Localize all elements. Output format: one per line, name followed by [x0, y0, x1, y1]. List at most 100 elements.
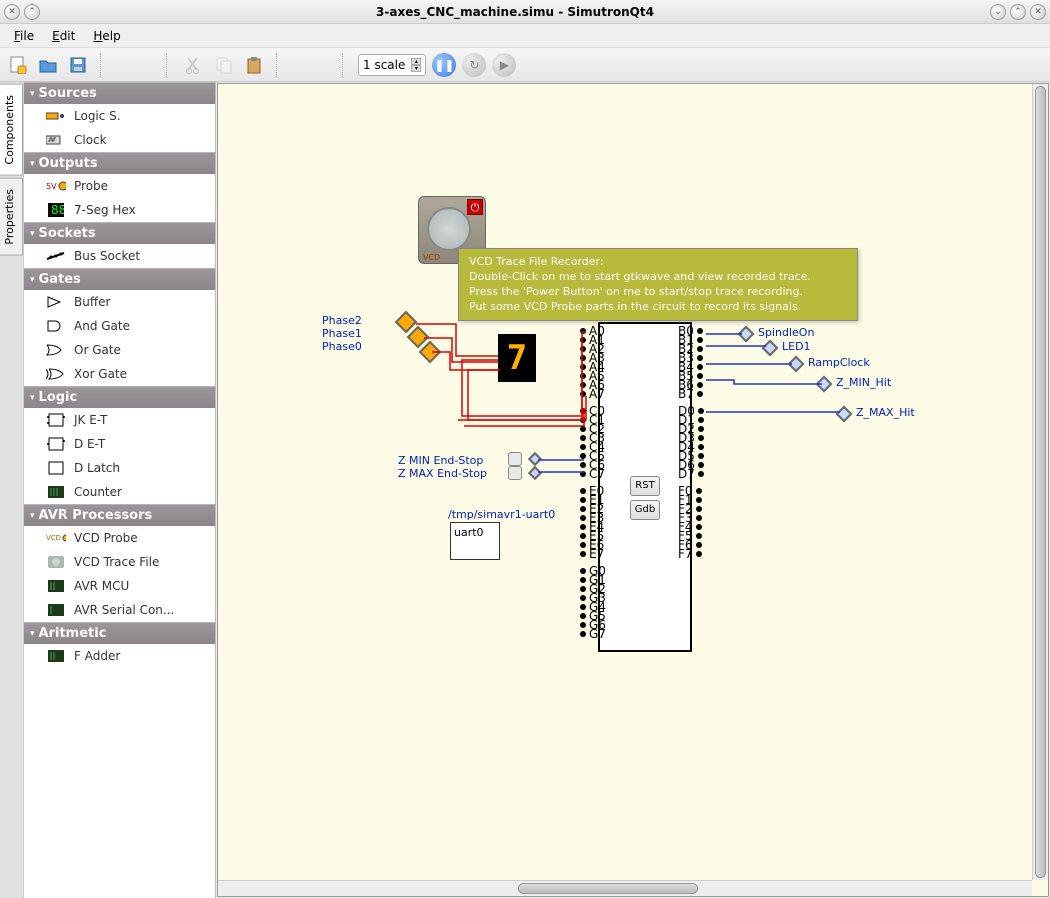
pin-A7[interactable]: A7: [580, 389, 605, 398]
component-icon: [46, 602, 66, 618]
window-titlebar: ✕ ⌃ 3-axes_CNC_machine.simu - SimutronQt…: [0, 0, 1050, 24]
label-z_min_hit: Z_MIN_Hit: [836, 376, 891, 389]
component-avr-mcu[interactable]: AVR MCU: [24, 574, 215, 598]
endstop-probe-1[interactable]: [528, 466, 542, 480]
label-endstop-0: Z MIN End-Stop: [398, 454, 483, 467]
label-spindleon: SpindleOn: [758, 326, 814, 339]
component-icon: [46, 578, 66, 594]
component-icon: [46, 412, 66, 428]
component-d-latch[interactable]: D Latch: [24, 456, 215, 480]
seven-seg-display: 7: [498, 334, 536, 382]
menu-file[interactable]: File: [6, 27, 42, 45]
menubar: File Edit Help: [0, 24, 1050, 48]
copy-icon[interactable]: [212, 53, 236, 77]
section-outputs[interactable]: Outputs: [24, 152, 215, 174]
probe-z_min_hit[interactable]: [816, 376, 833, 393]
component-icon: [46, 648, 66, 664]
cut-icon[interactable]: [182, 53, 206, 77]
new-file-icon[interactable]: [6, 53, 30, 77]
vcd-tooltip: VCD Trace File Recorder:Double-Click on …: [458, 248, 858, 321]
pin-F7[interactable]: F7: [678, 549, 702, 558]
label-endstop-1: Z MAX End-Stop: [398, 467, 487, 480]
app-menu-button[interactable]: ✕: [4, 4, 20, 20]
component-and-gate[interactable]: And Gate: [24, 314, 215, 338]
component-logic-s-[interactable]: Logic S.: [24, 104, 215, 128]
component-icon: [46, 460, 66, 476]
pin-D7[interactable]: D7: [678, 469, 704, 478]
vertical-scrollbar[interactable]: [1032, 84, 1048, 880]
scale-up[interactable]: ▴: [411, 58, 421, 65]
side-tab-strip: Components Properties: [0, 82, 24, 898]
menu-help[interactable]: Help: [85, 27, 128, 45]
component-icon: [46, 132, 66, 148]
pin-E7[interactable]: E7: [580, 549, 604, 558]
component-counter[interactable]: Counter: [24, 480, 215, 504]
scale-down[interactable]: ▾: [411, 65, 421, 72]
component-icon: 88: [46, 202, 66, 218]
pause-button[interactable]: ❚❚: [432, 53, 456, 77]
component-vcd-trace-file[interactable]: VCD Trace File: [24, 550, 215, 574]
component-or-gate[interactable]: Or Gate: [24, 338, 215, 362]
endstop-switch-1[interactable]: [508, 466, 522, 480]
label-phase0: Phase0: [322, 340, 362, 353]
paste-icon[interactable]: [242, 53, 266, 77]
component-d-e-t[interactable]: D E-T: [24, 432, 215, 456]
components-tree: SourcesLogic S.ClockOutputs5VProbe887-Se…: [24, 82, 216, 898]
label-phase1: Phase1: [322, 327, 362, 340]
component-icon: [46, 294, 66, 310]
tab-properties[interactable]: Properties: [0, 178, 23, 256]
component-icon: [46, 318, 66, 334]
shade-button[interactable]: ⌃: [24, 4, 40, 20]
section-avr-processors[interactable]: AVR Processors: [24, 504, 215, 526]
maximize-button[interactable]: ⌃: [1010, 4, 1026, 20]
pin-G7[interactable]: G7: [580, 629, 606, 638]
probe-spindleon[interactable]: [738, 326, 755, 343]
component-f-adder[interactable]: F Adder: [24, 644, 215, 668]
close-button[interactable]: ✕: [1030, 4, 1046, 20]
component-xor-gate[interactable]: Xor Gate: [24, 362, 215, 386]
reload-button[interactable]: ↻: [462, 53, 486, 77]
endstop-switch-0[interactable]: [508, 452, 522, 466]
run-button[interactable]: ▶: [492, 53, 516, 77]
section-logic[interactable]: Logic: [24, 386, 215, 408]
tab-components[interactable]: Components: [0, 84, 23, 176]
mcu-gdb-button[interactable]: Gdb: [630, 500, 660, 520]
section-sockets[interactable]: Sockets: [24, 222, 215, 244]
component-bus-socket[interactable]: Bus Socket: [24, 244, 215, 268]
pin-C7[interactable]: C7: [580, 469, 605, 478]
component-7-seg-hex[interactable]: 887-Seg Hex: [24, 198, 215, 222]
horizontal-scrollbar[interactable]: [218, 880, 1032, 896]
vcd-power-button[interactable]: ⏻: [467, 199, 483, 215]
label-z_max_hit: Z_MAX_Hit: [856, 406, 915, 419]
uart-box[interactable]: uart0: [450, 522, 500, 560]
component-probe[interactable]: 5VProbe: [24, 174, 215, 198]
component-icon: [46, 108, 66, 124]
section-aritmetic[interactable]: Aritmetic: [24, 622, 215, 644]
section-gates[interactable]: Gates: [24, 268, 215, 290]
label-rampclock: RampClock: [808, 356, 870, 369]
open-file-icon[interactable]: [36, 53, 60, 77]
pin-B7[interactable]: B7: [678, 389, 703, 398]
uart-path-label: /tmp/simavr1-uart0: [448, 508, 555, 521]
component-buffer[interactable]: Buffer: [24, 290, 215, 314]
menu-edit[interactable]: Edit: [44, 27, 83, 45]
label-led1: LED1: [782, 340, 811, 353]
endstop-probe-0[interactable]: [528, 452, 542, 466]
toolbar: 1 scale ▴▾ ❚❚ ↻ ▶: [0, 48, 1050, 82]
component-vcd-probe[interactable]: VCDVCD Probe: [24, 526, 215, 550]
component-clock[interactable]: Clock: [24, 128, 215, 152]
save-file-icon[interactable]: [66, 53, 90, 77]
section-sources[interactable]: Sources: [24, 82, 215, 104]
component-avr-serial-con-[interactable]: AVR Serial Con...: [24, 598, 215, 622]
probe-z_max_hit[interactable]: [836, 406, 853, 423]
scale-selector[interactable]: 1 scale ▴▾: [358, 54, 426, 76]
probe-led1[interactable]: [762, 340, 779, 357]
probe-rampclock[interactable]: [788, 356, 805, 373]
component-icon: [46, 554, 66, 570]
canvas-area[interactable]: ⏻VCDVCD Trace File Recorder:Double-Click…: [217, 83, 1049, 897]
window-title: 3-axes_CNC_machine.simu - SimutronQt4: [40, 5, 990, 19]
component-jk-e-t[interactable]: JK E-T: [24, 408, 215, 432]
mcu-rst-button[interactable]: RST: [630, 476, 660, 496]
component-icon: [46, 366, 66, 382]
minimize-button[interactable]: ⌄: [990, 4, 1006, 20]
